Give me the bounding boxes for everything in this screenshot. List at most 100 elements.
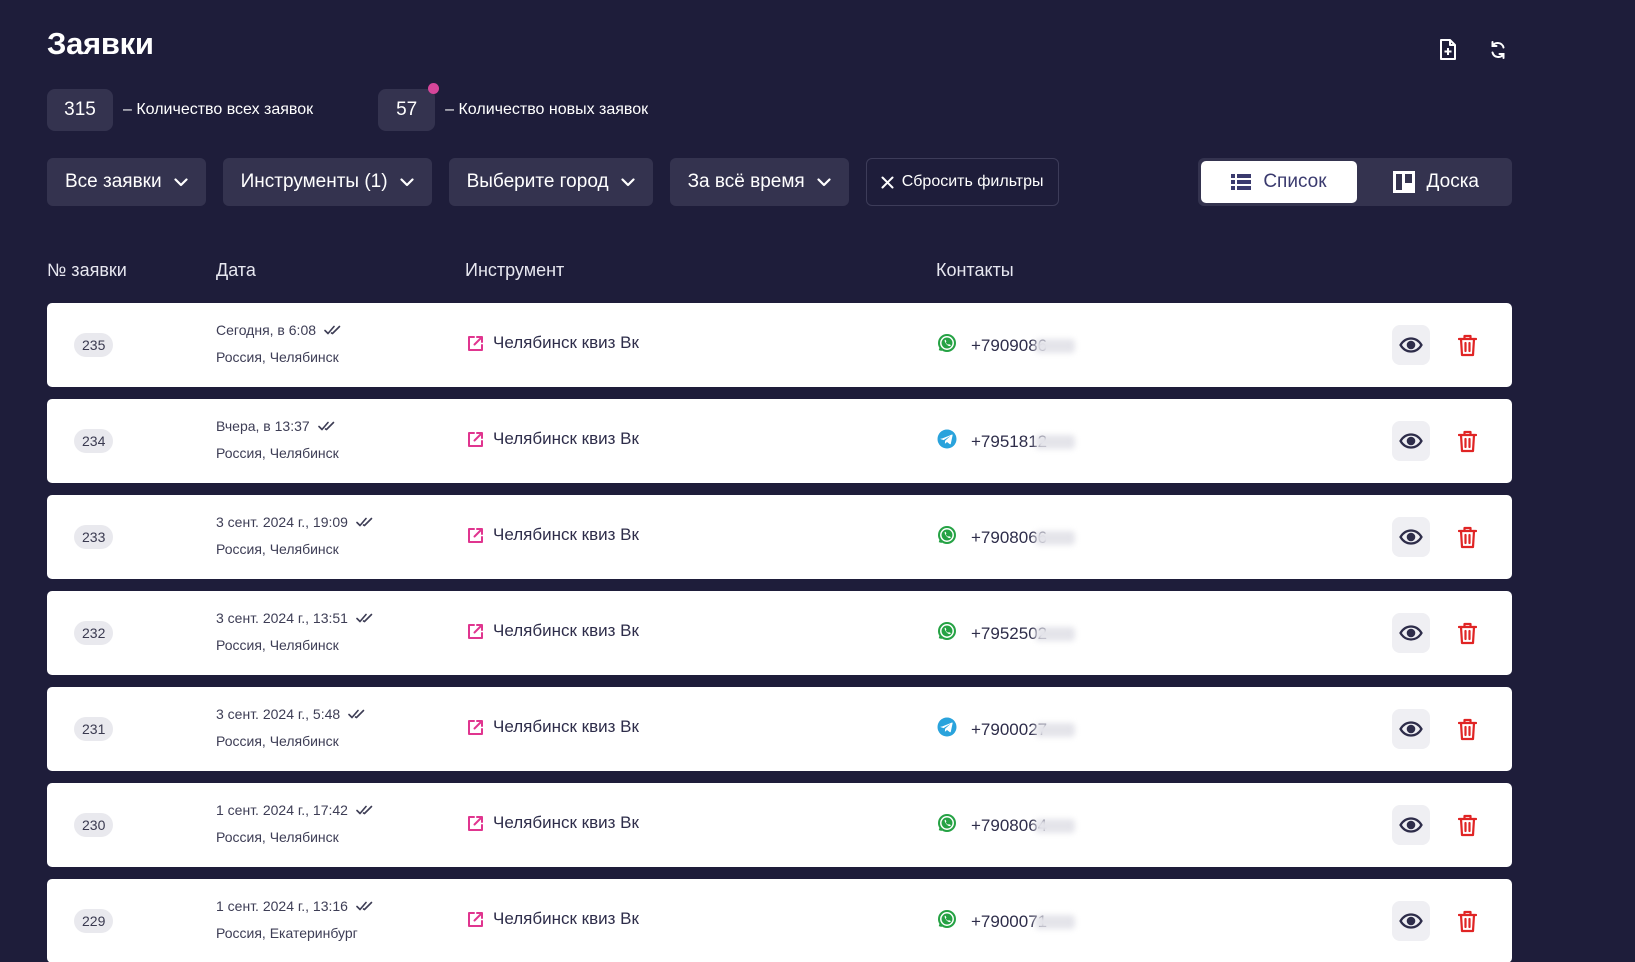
view-request-button[interactable] <box>1392 805 1430 845</box>
double-check-icon <box>356 517 373 527</box>
delete-request-button[interactable] <box>1455 427 1479 455</box>
filter-period-label: За всё время <box>687 171 805 192</box>
tool-link[interactable]: Челябинск квиз Вк <box>467 717 639 737</box>
phone-number: +7908066 <box>971 528 1076 548</box>
trash-icon <box>1457 526 1477 548</box>
filter-period[interactable]: За всё время <box>669 158 849 206</box>
view-request-button[interactable] <box>1392 421 1430 461</box>
request-date: 3 сент. 2024 г., 13:51 <box>216 610 373 626</box>
table-row[interactable]: 231 3 сент. 2024 г., 5:48 Россия, Челяби… <box>47 687 1512 771</box>
tool-link[interactable]: Челябинск квиз Вк <box>467 525 639 545</box>
phone-masked-digits <box>1035 435 1076 450</box>
trash-icon <box>1457 718 1477 740</box>
request-date-text: Вчера, в 13:37 <box>216 418 310 434</box>
request-date-text: Сегодня, в 6:08 <box>216 322 317 338</box>
external-link-icon <box>468 719 483 735</box>
contact-info: +7952502 <box>937 621 1076 646</box>
tool-name: Челябинск квиз Вк <box>493 813 639 832</box>
whatsapp-icon <box>937 813 957 838</box>
request-location: Россия, Екатеринбург <box>216 925 358 941</box>
phone-number: +7951812 <box>971 432 1076 452</box>
eye-icon <box>1399 625 1423 641</box>
phone-masked-digits <box>1035 723 1076 738</box>
phone-number: +7952502 <box>971 624 1076 644</box>
request-date-text: 3 сент. 2024 г., 5:48 <box>216 706 341 722</box>
reset-filters-button[interactable]: Сбросить фильтры <box>865 158 1059 206</box>
phone-masked-digits <box>1035 819 1076 834</box>
total-requests-stat: 315 – Количество всех заявок <box>47 89 313 131</box>
delete-request-button[interactable] <box>1455 619 1479 647</box>
tool-link[interactable]: Челябинск квиз Вк <box>467 909 639 929</box>
external-link-icon <box>468 431 483 447</box>
external-link-icon <box>468 527 483 543</box>
view-request-button[interactable] <box>1392 901 1430 941</box>
tool-link[interactable]: Челябинск квиз Вк <box>467 813 639 833</box>
table-row[interactable]: 229 1 сент. 2024 г., 13:16 Россия, Екате… <box>47 879 1512 962</box>
table-row[interactable]: 230 1 сент. 2024 г., 17:42 Россия, Челяб… <box>47 783 1512 867</box>
export-file-icon[interactable] <box>1434 36 1462 64</box>
delete-request-button[interactable] <box>1455 523 1479 551</box>
requests-page: Заявки 315 – Количество всех заявок 57 –… <box>47 0 1512 962</box>
phone-number: +7900071 <box>971 912 1076 932</box>
chevron-down-icon <box>399 177 414 186</box>
filter-city[interactable]: Выберите город <box>448 158 653 206</box>
contact-info: +7909086 <box>937 333 1076 358</box>
request-date-text: 1 сент. 2024 г., 17:42 <box>216 802 348 818</box>
chevron-down-icon <box>817 177 831 186</box>
view-request-button[interactable] <box>1392 613 1430 653</box>
request-location: Россия, Челябинск <box>216 829 339 845</box>
tool-name: Челябинск квиз Вк <box>493 429 639 448</box>
table-row[interactable]: 233 3 сент. 2024 г., 19:09 Россия, Челяб… <box>47 495 1512 579</box>
request-number-badge: 234 <box>74 429 114 453</box>
view-toggle: Список Доска <box>1198 158 1512 206</box>
column-header-tool: Инструмент <box>465 260 565 280</box>
refresh-icon[interactable] <box>1484 36 1512 64</box>
tool-name: Челябинск квиз Вк <box>493 909 639 928</box>
request-date-text: 1 сент. 2024 г., 13:16 <box>216 898 348 914</box>
view-request-button[interactable] <box>1392 709 1430 749</box>
table-row[interactable]: 234 Вчера, в 13:37 Россия, Челябинск Чел… <box>47 399 1512 483</box>
view-list-button[interactable]: Список <box>1201 161 1357 203</box>
chevron-down-icon <box>620 177 635 186</box>
delete-request-button[interactable] <box>1455 331 1479 359</box>
filter-all-label: Все заявки <box>65 171 162 192</box>
trash-icon <box>1457 334 1477 356</box>
tool-name: Челябинск квиз Вк <box>493 333 639 352</box>
contact-info: +7908066 <box>937 525 1076 550</box>
request-location: Россия, Челябинск <box>216 445 339 461</box>
column-header-contacts: Контакты <box>936 260 1014 280</box>
new-requests-value: 57 <box>396 99 418 120</box>
tool-link[interactable]: Челябинск квиз Вк <box>467 333 639 353</box>
filter-tools-label: Инструменты (1) <box>240 171 388 192</box>
column-header-id: № заявки <box>47 260 127 280</box>
request-number-badge: 230 <box>74 813 114 837</box>
column-header-date: Дата <box>216 260 256 280</box>
delete-request-button[interactable] <box>1455 907 1479 935</box>
close-icon <box>881 176 894 188</box>
request-number-badge: 231 <box>74 717 114 741</box>
request-location: Россия, Челябинск <box>216 733 339 749</box>
tool-link[interactable]: Челябинск квиз Вк <box>467 621 639 641</box>
delete-request-button[interactable] <box>1455 715 1479 743</box>
new-indicator-dot <box>428 83 440 94</box>
whatsapp-icon <box>937 525 957 550</box>
view-request-button[interactable] <box>1392 517 1430 557</box>
new-requests-count: 57 <box>378 83 440 131</box>
whatsapp-icon <box>937 333 957 358</box>
tool-link[interactable]: Челябинск квиз Вк <box>467 429 639 449</box>
trash-icon <box>1457 910 1477 932</box>
phone-masked-digits <box>1035 339 1076 354</box>
view-board-label: Доска <box>1426 171 1479 192</box>
external-link-icon <box>468 911 483 927</box>
eye-icon <box>1399 433 1423 449</box>
table-row[interactable]: 232 3 сент. 2024 г., 13:51 Россия, Челяб… <box>47 591 1512 675</box>
filter-all-requests[interactable]: Все заявки <box>47 158 206 206</box>
request-date: 3 сент. 2024 г., 19:09 <box>216 514 373 530</box>
delete-request-button[interactable] <box>1455 811 1479 839</box>
table-row[interactable]: 235 Сегодня, в 6:08 Россия, Челябинск Че… <box>47 303 1512 387</box>
view-board-button[interactable]: Доска <box>1363 161 1509 203</box>
filter-tools[interactable]: Инструменты (1) <box>222 158 432 206</box>
view-request-button[interactable] <box>1392 325 1430 365</box>
contact-info: +7951812 <box>937 429 1076 454</box>
contact-info: +7900027 <box>937 717 1076 742</box>
